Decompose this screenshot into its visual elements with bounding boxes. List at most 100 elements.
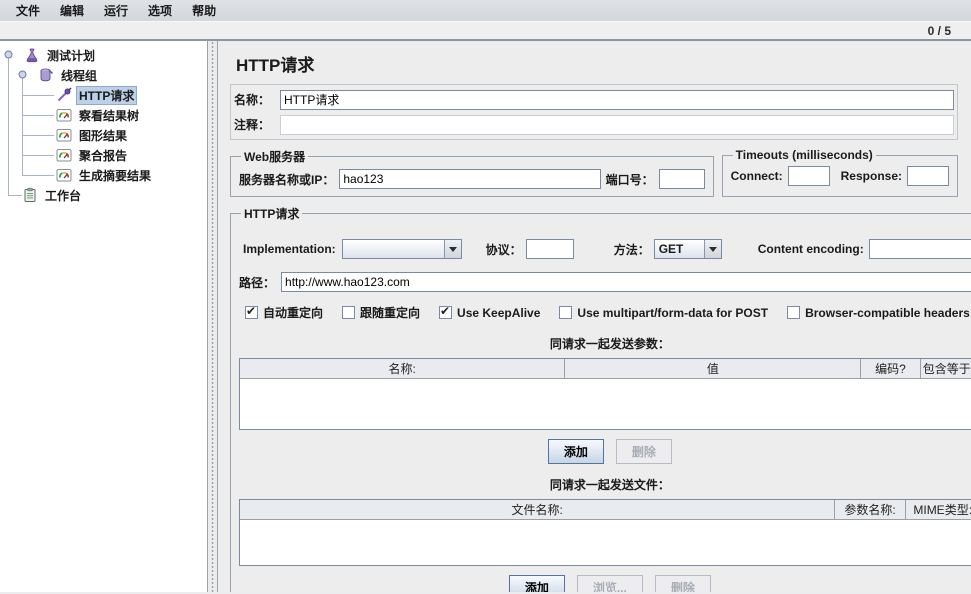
- sampler-pipette-icon: [56, 87, 72, 103]
- files-col-mime-type[interactable]: MIME类型:: [905, 500, 971, 520]
- menu-run[interactable]: 运行: [94, 0, 138, 21]
- server-name-input[interactable]: [339, 169, 601, 189]
- timeouts-legend: Timeouts (milliseconds): [735, 148, 873, 162]
- path-label: 路径：: [239, 275, 276, 290]
- tree-item-label: 生成摘要结果: [79, 168, 152, 183]
- follow-redirect-checkbox[interactable]: 跟随重定向: [342, 304, 420, 321]
- listener-gauge-icon: [56, 168, 72, 183]
- params-delete-button[interactable]: 删除: [615, 439, 672, 464]
- tree-connector: [22, 175, 54, 176]
- menu-help[interactable]: 帮助: [182, 0, 226, 21]
- tree-item-label: 线程组: [61, 68, 98, 83]
- listener-gauge-icon: [56, 148, 72, 163]
- menu-file[interactable]: 文件: [6, 0, 50, 21]
- files-add-button[interactable]: 添加: [508, 575, 565, 592]
- connect-timeout-label: Connect:: [730, 169, 783, 183]
- browser-headers-checkbox[interactable]: Browser-compatible headers: [787, 306, 970, 320]
- tree-item-label: HTTP请求: [76, 85, 138, 105]
- implementation-combo[interactable]: [341, 239, 462, 259]
- tree-item-label: 察看结果树: [79, 108, 140, 123]
- files-delete-button[interactable]: 删除: [654, 575, 711, 592]
- checkbox-label: Use multipart/form-data for POST: [577, 305, 769, 320]
- web-server-legend: Web服务器: [244, 150, 306, 164]
- files-section-title: 同请求一起发送文件：: [549, 478, 670, 492]
- multipart-checkbox[interactable]: Use multipart/form-data for POST: [559, 306, 768, 320]
- files-col-param-name[interactable]: 参数名称:: [835, 500, 906, 520]
- files-browse-button[interactable]: 浏览...: [576, 575, 643, 592]
- thread-counter: 0 / 5: [927, 23, 951, 38]
- checkbox-label: 自动重定向: [263, 306, 324, 320]
- path-input[interactable]: [281, 272, 971, 292]
- response-timeout-input[interactable]: [907, 166, 949, 186]
- name-input[interactable]: [280, 89, 954, 110]
- listener-gauge-icon: [56, 108, 72, 123]
- params-section-title: 同请求一起发送参数：: [549, 337, 670, 351]
- server-name-label: 服务器名称或IP：: [239, 172, 335, 187]
- tree-item-label: 工作台: [45, 188, 82, 203]
- tree-item-thread-group[interactable]: 线程组: [38, 65, 100, 85]
- checkbox-box: [439, 304, 453, 319]
- tree-item-graph-results[interactable]: 图形结果: [56, 125, 130, 145]
- chevron-down-icon: [443, 240, 461, 258]
- tree-item-aggregate-report[interactable]: 聚合报告: [56, 145, 130, 165]
- menu-edit[interactable]: 编辑: [50, 0, 94, 21]
- checkbox-box: [559, 306, 573, 319]
- split-pane-divider[interactable]: [207, 41, 218, 592]
- params-table[interactable]: 名称: 值 编码? 包含等于?: [239, 358, 971, 430]
- content-encoding-input[interactable]: [868, 239, 971, 259]
- http-request-legend: HTTP请求: [244, 207, 300, 221]
- params-add-button[interactable]: 添加: [547, 439, 604, 464]
- protocol-input[interactable]: [525, 239, 574, 259]
- tree-connector: [8, 57, 9, 196]
- implementation-label: Implementation:: [243, 242, 336, 256]
- connect-timeout-input[interactable]: [787, 166, 830, 186]
- files-table-body[interactable]: [240, 520, 971, 565]
- checkbox-box: [245, 304, 258, 319]
- files-col-filename[interactable]: 文件名称:: [240, 500, 836, 520]
- checkbox-box: [342, 306, 356, 319]
- menu-options[interactable]: 选项: [138, 0, 182, 21]
- tree-item-generate-summary[interactable]: 生成摘要结果: [56, 165, 154, 185]
- tree-item-view-results-tree[interactable]: 察看结果树: [56, 105, 142, 125]
- port-input[interactable]: [658, 169, 705, 189]
- thread-group-icon: [38, 67, 54, 83]
- tree-expand-handle[interactable]: [4, 50, 13, 59]
- tree-item-label: 测试计划: [47, 48, 96, 63]
- params-table-body[interactable]: [240, 379, 971, 429]
- name-label: 名称：: [234, 93, 271, 107]
- keepalive-checkbox[interactable]: Use KeepAlive: [439, 304, 541, 320]
- port-label: 端口号：: [605, 172, 654, 187]
- workbench-icon: [22, 187, 38, 203]
- auto-redirect-checkbox[interactable]: 自动重定向: [245, 304, 323, 321]
- page-title: HTTP请求: [236, 56, 315, 75]
- tree-item-label: 聚合报告: [79, 148, 128, 163]
- tree-connector: [22, 115, 54, 116]
- tree-connector: [22, 135, 54, 136]
- tree-item-workbench[interactable]: 工作台: [22, 185, 84, 205]
- tree-item-label: 图形结果: [79, 128, 128, 143]
- params-col-include-equals[interactable]: 包含等于?: [920, 359, 971, 379]
- timeouts-group: Timeouts (milliseconds) Connect: Respons…: [721, 148, 958, 197]
- tree-connector: [22, 95, 54, 96]
- menu-bar: 文件 编辑 运行 选项 帮助: [0, 0, 971, 22]
- params-col-name[interactable]: 名称:: [240, 359, 566, 379]
- checkbox-label: Use KeepAlive: [457, 305, 541, 320]
- params-col-value[interactable]: 值: [565, 359, 862, 379]
- tree-item-test-plan[interactable]: 测试计划: [24, 45, 98, 65]
- method-label: 方法：: [613, 242, 650, 257]
- method-combo[interactable]: GET: [653, 239, 722, 259]
- tree-expand-handle[interactable]: [18, 70, 27, 79]
- response-timeout-label: Response:: [840, 169, 902, 183]
- tree-item-http-request[interactable]: HTTP请求: [56, 85, 138, 105]
- tree-connector: [22, 155, 54, 156]
- checkbox-box: [787, 306, 801, 319]
- comment-input[interactable]: [280, 114, 954, 135]
- chevron-down-icon: [703, 240, 721, 258]
- method-value: GET: [658, 242, 684, 256]
- params-col-encode[interactable]: 编码?: [861, 359, 921, 379]
- files-table[interactable]: 文件名称: 参数名称: MIME类型:: [239, 499, 971, 566]
- toolbar: 0 / 5: [0, 22, 971, 41]
- flask-icon: [24, 47, 40, 63]
- protocol-label: 协议：: [485, 242, 522, 257]
- web-server-group: Web服务器 服务器名称或IP： 端口号：: [230, 148, 714, 197]
